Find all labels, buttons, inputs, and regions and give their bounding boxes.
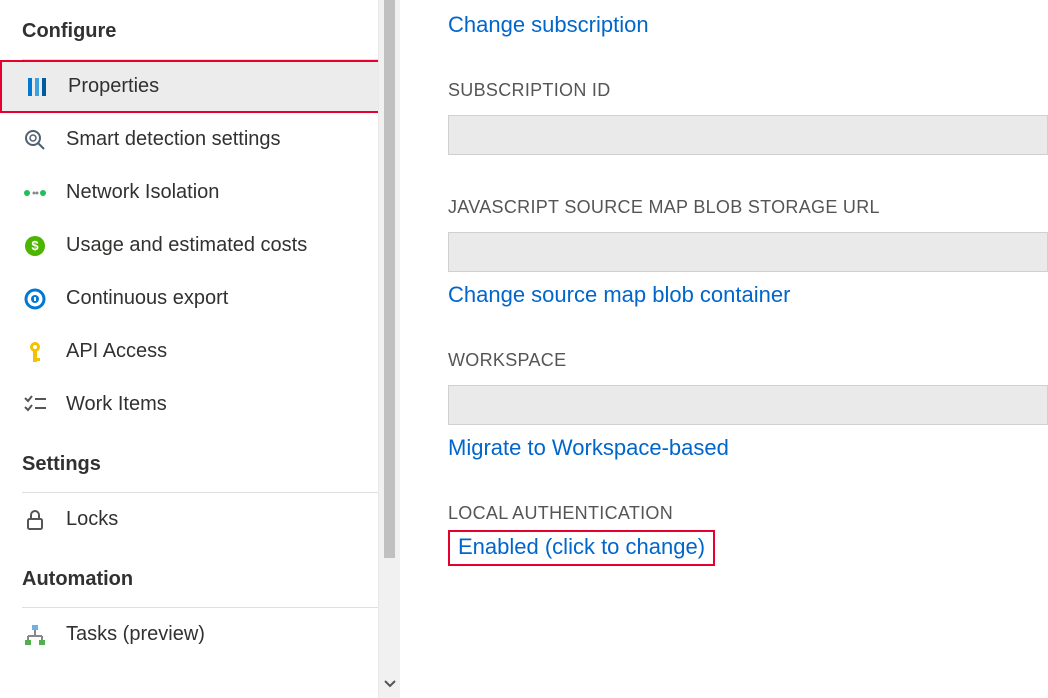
sidebar-scrollbar[interactable] bbox=[378, 0, 400, 698]
tasks-icon bbox=[22, 622, 48, 648]
checklist-icon bbox=[22, 392, 48, 418]
sidebar-item-properties[interactable]: Properties bbox=[0, 60, 400, 113]
sidebar-item-label: Smart detection settings bbox=[66, 128, 281, 151]
subscription-id-label: SUBSCRIPTION ID bbox=[448, 80, 1048, 101]
properties-icon bbox=[24, 74, 50, 100]
dollar-circle-icon: $ bbox=[22, 233, 48, 259]
local-auth-label: LOCAL AUTHENTICATION bbox=[448, 503, 1048, 524]
sidebar: Configure Properties bbox=[0, 0, 400, 698]
lock-icon bbox=[22, 507, 48, 533]
sidebar-item-network-isolation[interactable]: Network Isolation bbox=[0, 166, 400, 219]
change-sourcemap-link[interactable]: Change source map blob container bbox=[448, 282, 790, 308]
workspace-label: WORKSPACE bbox=[448, 350, 1048, 371]
section-header-configure: Configure bbox=[0, 8, 400, 59]
sidebar-item-continuous-export[interactable]: Continuous export bbox=[0, 272, 400, 325]
section-header-settings: Settings bbox=[0, 431, 400, 492]
sidebar-item-label: Locks bbox=[66, 508, 118, 531]
sidebar-item-smart-detection[interactable]: Smart detection settings bbox=[0, 113, 400, 166]
sidebar-item-label: Network Isolation bbox=[66, 181, 219, 204]
workspace-input[interactable] bbox=[448, 385, 1048, 425]
scroll-down-icon[interactable] bbox=[379, 670, 400, 698]
sidebar-item-label: API Access bbox=[66, 340, 167, 363]
key-icon bbox=[22, 339, 48, 365]
sidebar-item-usage-costs[interactable]: $ Usage and estimated costs bbox=[0, 219, 400, 272]
magnifier-cog-icon bbox=[22, 127, 48, 153]
scrollbar-thumb[interactable] bbox=[384, 0, 395, 558]
migrate-workspace-link[interactable]: Migrate to Workspace-based bbox=[448, 435, 729, 461]
content-panel: Change subscription SUBSCRIPTION ID JAVA… bbox=[400, 0, 1048, 698]
sidebar-item-tasks[interactable]: Tasks (preview) bbox=[0, 608, 400, 661]
sidebar-item-locks[interactable]: Locks bbox=[0, 493, 400, 546]
change-subscription-link[interactable]: Change subscription bbox=[448, 12, 649, 37]
sidebar-item-label: Properties bbox=[68, 75, 159, 98]
section-header-automation: Automation bbox=[0, 546, 400, 607]
network-icon bbox=[22, 180, 48, 206]
sidebar-item-label: Tasks (preview) bbox=[66, 623, 205, 646]
sidebar-item-work-items[interactable]: Work Items bbox=[0, 378, 400, 431]
local-auth-toggle-link[interactable]: Enabled (click to change) bbox=[458, 534, 705, 559]
export-circle-icon bbox=[22, 286, 48, 312]
sidebar-item-label: Continuous export bbox=[66, 287, 228, 310]
local-auth-highlight: Enabled (click to change) bbox=[448, 530, 715, 566]
subscription-id-input[interactable] bbox=[448, 115, 1048, 155]
sidebar-item-label: Usage and estimated costs bbox=[66, 234, 307, 257]
js-sourcemap-label: JAVASCRIPT SOURCE MAP BLOB STORAGE URL bbox=[448, 197, 1048, 218]
sidebar-item-api-access[interactable]: API Access bbox=[0, 325, 400, 378]
sidebar-item-label: Work Items bbox=[66, 393, 167, 416]
js-sourcemap-input[interactable] bbox=[448, 232, 1048, 272]
svg-text:$: $ bbox=[31, 238, 39, 253]
